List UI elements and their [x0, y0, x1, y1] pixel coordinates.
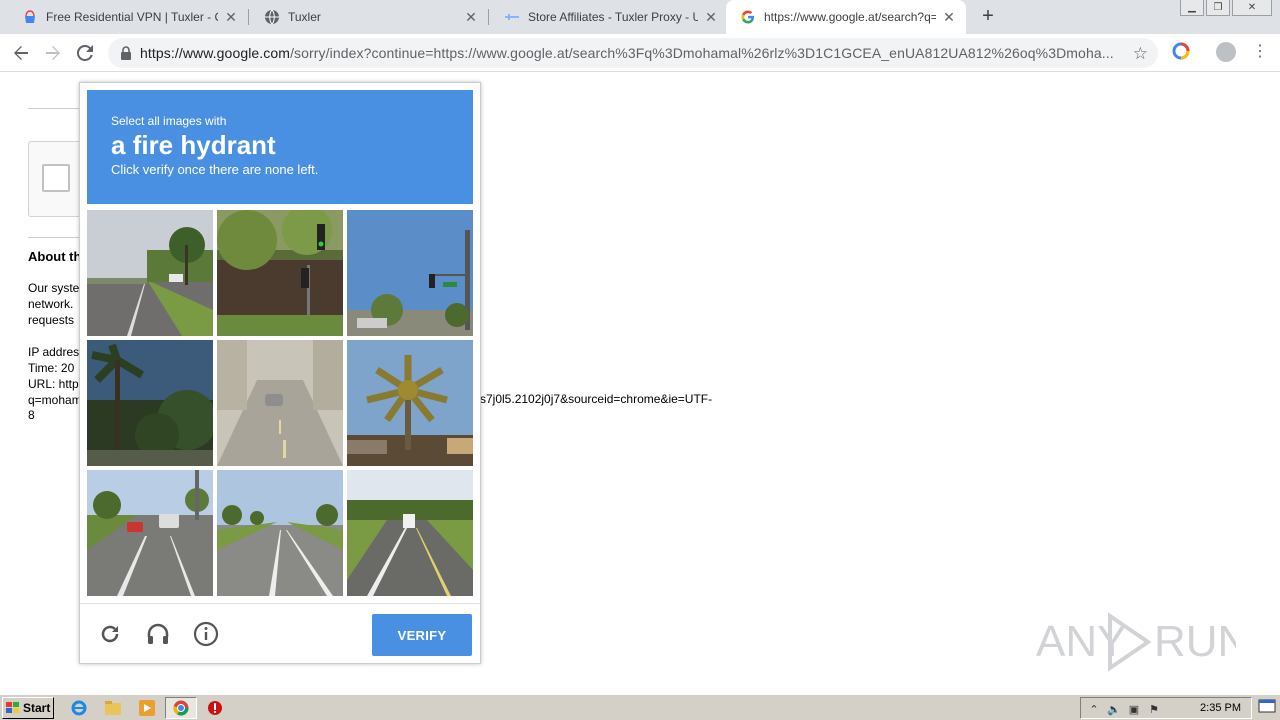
url-tail-text: s7j0l5.2102j0j7&sourceid=chrome&ie=UTF- [480, 392, 713, 406]
divider [28, 108, 80, 109]
info-line: Time: 20 [28, 361, 75, 375]
lock-icon [121, 46, 131, 60]
action-center-flag-icon[interactable]: ⚑ [1147, 702, 1161, 716]
watermark-text-run: RUN [1154, 617, 1236, 666]
tab-tuxler-vpn[interactable]: Free Residential VPN | Tuxler - Chrome ✕ [8, 0, 248, 34]
challenge-prompt: Select all images with [111, 114, 227, 128]
close-icon[interactable]: ✕ [942, 9, 956, 26]
tile-road-palms[interactable] [87, 210, 213, 336]
tab-separator [248, 9, 249, 25]
challenge-instruction: Click verify once there are none left. [111, 162, 319, 177]
network-icon[interactable]: ▣ [1127, 702, 1141, 716]
para-line: requests [28, 313, 75, 327]
browser-toolbar: https://www.google.com/sorry/index?conti… [0, 34, 1280, 72]
reload-button[interactable] [72, 40, 98, 66]
tile-traffic-light-sky[interactable] [347, 210, 473, 336]
para-line: Our systems have detected unusual traffi… [28, 281, 80, 295]
tile-foggy-street[interactable] [217, 340, 343, 466]
volume-icon[interactable]: 🔈 [1107, 702, 1121, 716]
challenge-target: a fire hydrant [111, 130, 276, 160]
close-icon[interactable]: ✕ [704, 9, 718, 26]
chrome-web-store-icon [22, 9, 38, 25]
tile-palm-tree-sunset[interactable] [347, 340, 473, 466]
challenge-footer: VERIFY [80, 603, 480, 663]
info-icon[interactable] [192, 620, 220, 648]
forward-arrow-icon [46, 46, 60, 60]
window-controls: ▁ ❐ ✕ [1178, 0, 1272, 16]
media-player-icon[interactable] [138, 699, 156, 717]
back-button[interactable] [8, 40, 34, 66]
verify-button[interactable]: VERIFY [372, 614, 472, 656]
tab-separator [488, 9, 489, 25]
para-line: network. [28, 297, 74, 311]
recaptcha-checkbox[interactable] [42, 164, 70, 192]
back-arrow-icon [14, 46, 28, 60]
divider [28, 237, 80, 238]
menu-dots-icon[interactable]: ⋮ [1252, 42, 1268, 62]
restore-button[interactable]: ❐ [1206, 0, 1230, 16]
chrome-icon[interactable] [172, 699, 190, 717]
tab-title: https://www.google.at/search?q=mohamal [764, 10, 936, 24]
profile-avatar-icon[interactable] [1216, 42, 1236, 62]
bookmark-star-icon[interactable]: ☆ [1133, 44, 1148, 64]
url-text: https://www.google.com/sorry/index?conti… [140, 45, 1120, 61]
start-button[interactable]: Start [2, 697, 54, 719]
watermark-text-any: ANY [1036, 617, 1126, 666]
show-desktop-icon[interactable] [1258, 699, 1276, 715]
tab-store-affiliates[interactable]: Store Affiliates - Tuxler Proxy - Unbloc… [490, 0, 728, 34]
internet-explorer-icon[interactable] [70, 699, 88, 717]
about-title: About this page [28, 249, 80, 264]
anyrun-watermark: ANY RUN [1036, 612, 1236, 672]
tile-palm-tree-dark[interactable] [87, 340, 213, 466]
stop-sign-icon[interactable] [206, 699, 224, 717]
reload-challenge-icon[interactable] [96, 620, 124, 648]
recaptcha-challenge: Select all images with a fire hydrant Cl… [79, 82, 481, 664]
image-grid [87, 210, 473, 596]
tile-wide-road[interactable] [217, 470, 343, 596]
tab-tuxler[interactable]: Tuxler ✕ [250, 0, 488, 34]
info-line: IP address [28, 345, 80, 359]
tile-road-truck[interactable] [347, 470, 473, 596]
extension-icon[interactable] [1172, 42, 1190, 60]
new-tab-button[interactable]: + [976, 5, 1000, 29]
minimize-button[interactable]: ▁ [1180, 0, 1204, 16]
tile-traffic-light-wall[interactable] [217, 210, 343, 336]
info-line: q=moham [28, 393, 80, 407]
google-icon [740, 9, 756, 25]
challenge-banner: Select all images with a fire hydrant Cl… [87, 90, 473, 204]
start-label: Start [23, 701, 51, 715]
taskbar: Start ⌃ 🔈 ▣ ⚑ 2:35 PM [0, 694, 1280, 720]
tray-chevron-icon[interactable]: ⌃ [1087, 702, 1101, 716]
tuxler-icon [504, 9, 520, 25]
url-path: /sorry/index?continue=https://www.google… [290, 45, 1114, 61]
address-bar[interactable]: https://www.google.com/sorry/index?conti… [108, 38, 1158, 68]
tab-google-search[interactable]: https://www.google.at/search?q=mohamal ✕ [726, 0, 966, 34]
tile-road-cars[interactable] [87, 470, 213, 596]
clock: 2:35 PM [1200, 702, 1241, 714]
info-line: URL: http [28, 377, 79, 391]
close-icon[interactable]: ✕ [464, 9, 478, 26]
tab-title: Store Affiliates - Tuxler Proxy - Unbloc… [528, 10, 698, 24]
close-icon[interactable]: ✕ [224, 9, 238, 26]
tab-strip: Free Residential VPN | Tuxler - Chrome ✕… [0, 0, 1280, 34]
system-tray: ⌃ 🔈 ▣ ⚑ 2:35 PM [1080, 697, 1252, 719]
tab-title: Free Residential VPN | Tuxler - Chrome [46, 10, 218, 24]
tab-title: Tuxler [288, 10, 321, 24]
url-last-line: 8 [28, 408, 35, 422]
globe-icon [264, 9, 280, 25]
reload-icon [77, 45, 93, 61]
headphones-icon[interactable] [144, 620, 172, 648]
close-window-button[interactable]: ✕ [1232, 0, 1272, 16]
url-host: https://www.google.com [140, 45, 291, 61]
forward-button[interactable] [40, 40, 66, 66]
file-explorer-icon[interactable] [104, 699, 122, 717]
windows-flag-icon [6, 702, 19, 713]
